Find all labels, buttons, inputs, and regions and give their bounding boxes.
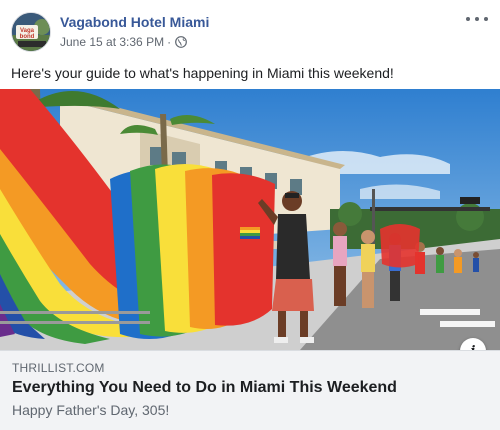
- avatar-logo-text: bond: [20, 34, 35, 40]
- globe-icon[interactable]: [175, 36, 187, 48]
- post-caption: Here's your guide to what's happening in…: [11, 65, 394, 81]
- facebook-post: Vaga bond Vagabond Hotel Miami June 15 a…: [0, 0, 500, 430]
- link-preview[interactable]: THRILLIST.COM Everything You Need to Do …: [0, 350, 500, 430]
- post-header: Vaga bond Vagabond Hotel Miami June 15 a…: [0, 0, 500, 58]
- post-meta: June 15 at 3:36 PM ·: [60, 35, 187, 49]
- page-avatar[interactable]: Vaga bond: [11, 12, 51, 52]
- meta-separator: ·: [167, 35, 172, 49]
- link-title[interactable]: Everything You Need to Do in Miami This …: [12, 378, 397, 398]
- post-timestamp[interactable]: June 15 at 3:36 PM: [60, 35, 164, 49]
- link-domain: THRILLIST.COM: [12, 361, 105, 375]
- page-name-link[interactable]: Vagabond Hotel Miami: [60, 14, 209, 30]
- link-description: Happy Father's Day, 305!: [12, 402, 170, 418]
- vagabond-logo-image: Vaga bond: [12, 13, 50, 51]
- link-preview-image[interactable]: [0, 89, 500, 350]
- more-options-icon[interactable]: [466, 12, 488, 26]
